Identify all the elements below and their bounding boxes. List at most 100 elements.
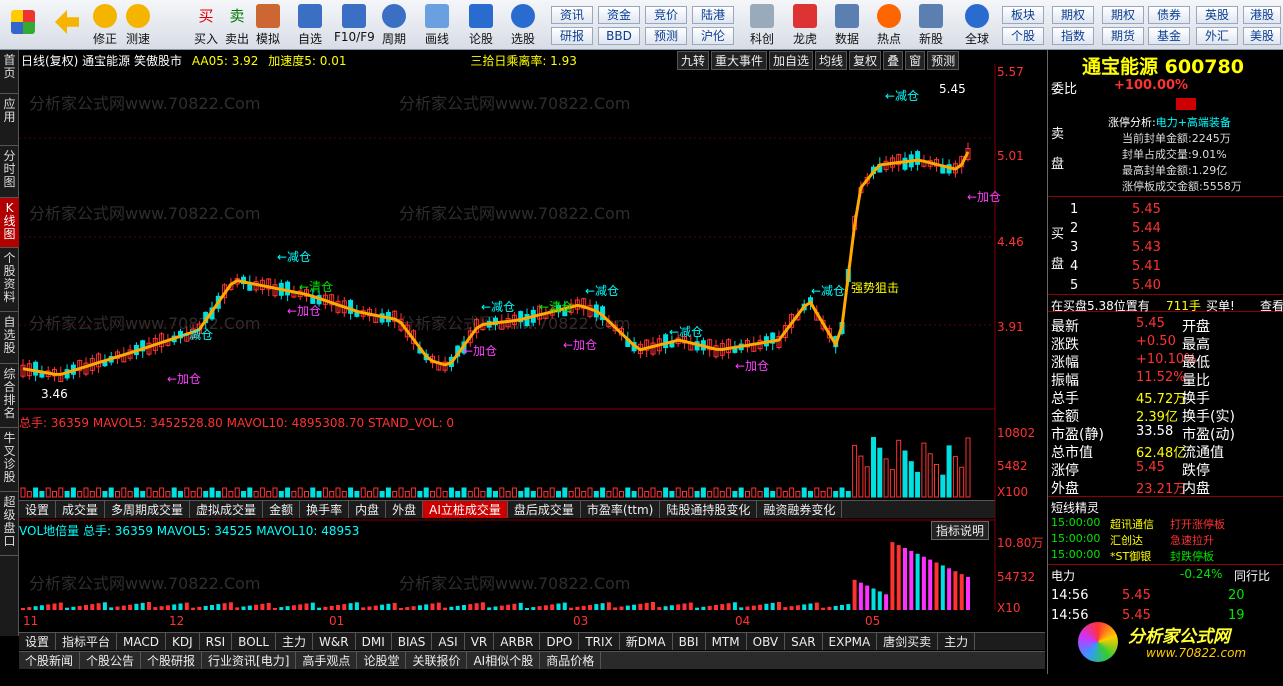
star-market-button[interactable]: 科创 [745,2,779,48]
vtab-diagnosis[interactable]: 牛叉诊股 [0,428,19,492]
tab-item[interactable]: MACD [117,633,167,650]
tab-item[interactable]: 虚拟成交量 [190,501,264,518]
tab-item[interactable]: 商品价格 [540,652,602,669]
fix-button[interactable]: 修正 [88,2,122,48]
quick-ganggu[interactable]: 港股 [1243,6,1281,24]
tab-item[interactable]: BBI [673,633,706,650]
period-button[interactable]: 周期 [377,2,411,48]
tab-item[interactable]: 设置 [19,501,57,518]
elite-stock[interactable]: 超讯通信 [1110,516,1154,532]
tab-item[interactable]: 指标平台 [56,633,118,650]
vtab-home[interactable]: 首页 [0,50,19,94]
tab-item[interactable]: SAR [785,633,823,650]
tab-item[interactable]: DMI [356,633,392,650]
tab-item[interactable]: 个股新闻 [19,652,81,669]
indicator-explain-button[interactable]: 指标说明 [931,521,990,540]
tab-item[interactable]: OBV [747,633,786,650]
draw-line-button[interactable]: 画线 [420,2,454,48]
vtab-ranking[interactable]: 综合排名 [0,364,19,428]
tab-item[interactable]: AI相似个股 [467,652,541,669]
quick-qiquan2[interactable]: 期权 [1102,6,1144,24]
tab-item[interactable]: 新DMA [620,633,673,650]
hotspot-button[interactable]: 热点 [872,2,906,48]
quick-yanbao[interactable]: 研报 [551,27,593,45]
kline-chart-area[interactable]: 分析家公式网www.70822.Com 分析家公式网www.70822.Com … [19,50,1045,632]
quick-meigu[interactable]: 美股 [1243,27,1281,45]
tab-item[interactable]: MTM [706,633,747,650]
tab-item[interactable]: 关联报价 [406,652,468,669]
quick-yuce[interactable]: 预测 [645,27,687,45]
vtab-super-board[interactable]: 超级盘口 [0,492,19,556]
quick-zhishu[interactable]: 指数 [1052,27,1094,45]
tab-item[interactable]: AI立桩成交量 [423,501,508,518]
tab-item[interactable]: TRIX [579,633,620,650]
tab-item[interactable]: ARBR [494,633,541,650]
quick-jijin[interactable]: 基金 [1148,27,1190,45]
quick-yinggu[interactable]: 英股 [1196,6,1238,24]
tab-item[interactable]: 成交量 [56,501,106,518]
view-button[interactable]: 查看 [1260,297,1283,314]
vtab-timeshare[interactable]: 分时图 [0,146,19,198]
vtab-profile[interactable]: 个股资料 [0,248,19,312]
tab-item[interactable]: 高手观点 [296,652,358,669]
tab-item[interactable]: 论股堂 [357,652,407,669]
tab-item[interactable]: 设置 [19,633,57,650]
tab-item[interactable]: 金额 [263,501,301,518]
tab-item[interactable]: 融资融券变化 [757,501,843,518]
tab-item[interactable]: W&R [313,633,356,650]
dragon-tiger-button[interactable]: 龙虎 [788,2,822,48]
tab-item[interactable]: 内盘 [349,501,387,518]
quick-bbd[interactable]: BBD [598,27,640,45]
speed-test-button[interactable]: 测速 [121,2,155,48]
simulate-button[interactable]: 模拟 [251,2,285,48]
tab-item[interactable]: BOLL [232,633,277,650]
tab-item[interactable]: 唐剑买卖 [877,633,939,650]
quick-hulun[interactable]: 沪伦 [692,27,734,45]
quick-zixun[interactable]: 资讯 [551,6,593,24]
tab-item[interactable]: 盘后成交量 [508,501,581,518]
quick-qihuo[interactable]: 期货 [1102,27,1144,45]
vtab-kline[interactable]: K线图 [0,198,19,248]
collapse-icon[interactable] [1176,98,1196,110]
tab-item[interactable]: 个股研报 [141,652,203,669]
quick-jingjia[interactable]: 竞价 [645,6,687,24]
quick-bankuai[interactable]: 板块 [1002,6,1044,24]
global-button[interactable]: 全球 [960,2,994,48]
vtab-apps[interactable]: 应用 [0,94,19,146]
forum-button[interactable]: 论股 [464,2,498,48]
tab-item[interactable]: 陆股通持股变化 [660,501,758,518]
elite-stock[interactable]: *ST御银 [1110,548,1151,564]
sell-button[interactable]: 卖卖出 [220,2,254,48]
tab-item[interactable]: RSI [200,633,233,650]
tab-item[interactable]: EXPMA [823,633,878,650]
quick-qiquan[interactable]: 期权 [1052,6,1094,24]
tab-item[interactable]: 外盘 [386,501,424,518]
tab-item[interactable]: KDJ [166,633,200,650]
quick-lugang[interactable]: 陆港 [692,6,734,24]
tab-item[interactable]: VR [465,633,495,650]
tab-item[interactable]: BIAS [392,633,433,650]
back-button[interactable] [50,2,84,48]
stock-picker-button[interactable]: 选股 [506,2,540,48]
data-button[interactable]: 数据 [830,2,864,48]
tab-item[interactable]: DPO [540,633,580,650]
quick-zijin[interactable]: 资金 [598,6,640,24]
watchlist-button[interactable]: 自选 [293,2,327,48]
buy-button[interactable]: 买买入 [189,2,223,48]
tab-item[interactable]: 主力 [938,633,976,650]
tab-item[interactable]: 多周期成交量 [105,501,191,518]
quick-zhaiquan[interactable]: 债券 [1148,6,1190,24]
peer-compare-button[interactable]: 同行比 [1234,567,1270,584]
tab-item[interactable]: 市盈率(ttm) [581,501,661,518]
tab-item[interactable]: 换手率 [300,501,350,518]
quick-gegu[interactable]: 个股 [1002,27,1044,45]
tab-item[interactable]: ASI [432,633,465,650]
ipo-button[interactable]: 新股 [914,2,948,48]
tab-item[interactable]: 行业资讯[电力] [202,652,297,669]
elite-stock[interactable]: 汇创达 [1110,532,1143,548]
app-logo-icon[interactable] [6,2,40,48]
quick-waihui[interactable]: 外汇 [1196,27,1238,45]
tab-item[interactable]: 个股公告 [80,652,142,669]
tab-item[interactable]: 主力 [276,633,314,650]
f10-button[interactable]: F10/F9 [334,2,375,48]
